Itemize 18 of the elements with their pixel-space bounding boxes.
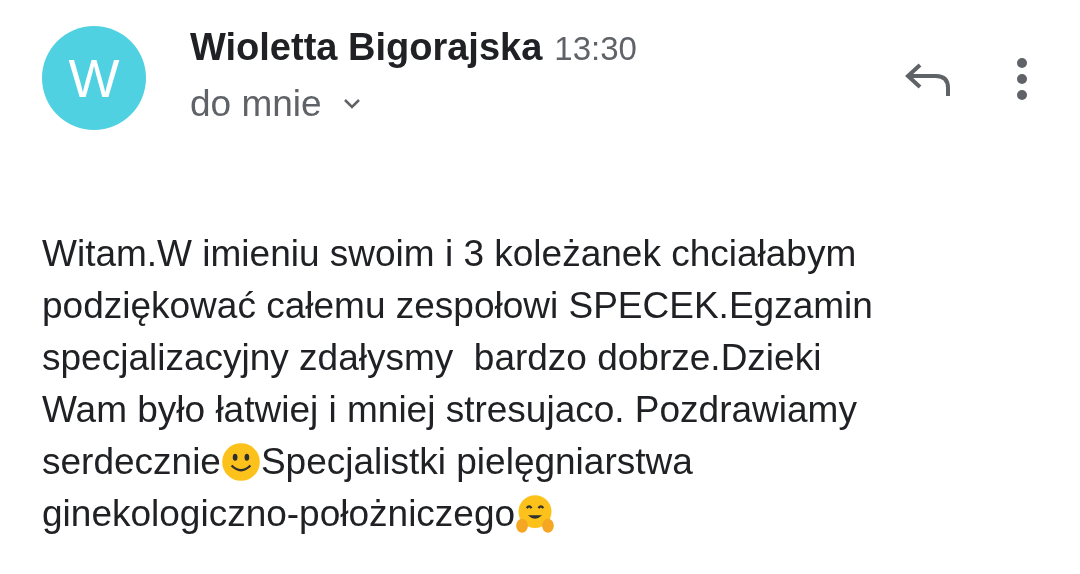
hugging-face-icon [515, 494, 556, 534]
message-text: serdecznie [42, 440, 221, 484]
chevron-down-icon [341, 97, 362, 111]
message-text: ginekologiczno-położniczego [42, 492, 516, 536]
sender-avatar: W [42, 26, 146, 130]
message-text: podziękować całemu zespołowi SPECEK.Egzamin [42, 284, 873, 328]
message-text: specjalizacyjny zdałysmy bardzo dobrze.Dzieki [42, 336, 822, 380]
reply-button[interactable] [904, 62, 952, 96]
reply-icon [904, 62, 952, 96]
more-vert-icon [1016, 58, 1028, 100]
email-time: 13:30 [554, 30, 637, 68]
sender-name: Wioletta Bigorajska [190, 26, 543, 69]
smiley-icon [220, 442, 261, 482]
more-options-button[interactable] [1016, 58, 1028, 100]
message-text: Wam było łatwiej i mniej stresujaco. Pozdrawiamy [42, 388, 857, 432]
message-text: Specjalistki pielęgniarstwa [260, 440, 693, 484]
recipient-dropdown[interactable]: do mnie [190, 83, 362, 125]
message-text: Witam.W imieniu swoim i 3 koleżanek chciałabym [42, 232, 857, 276]
